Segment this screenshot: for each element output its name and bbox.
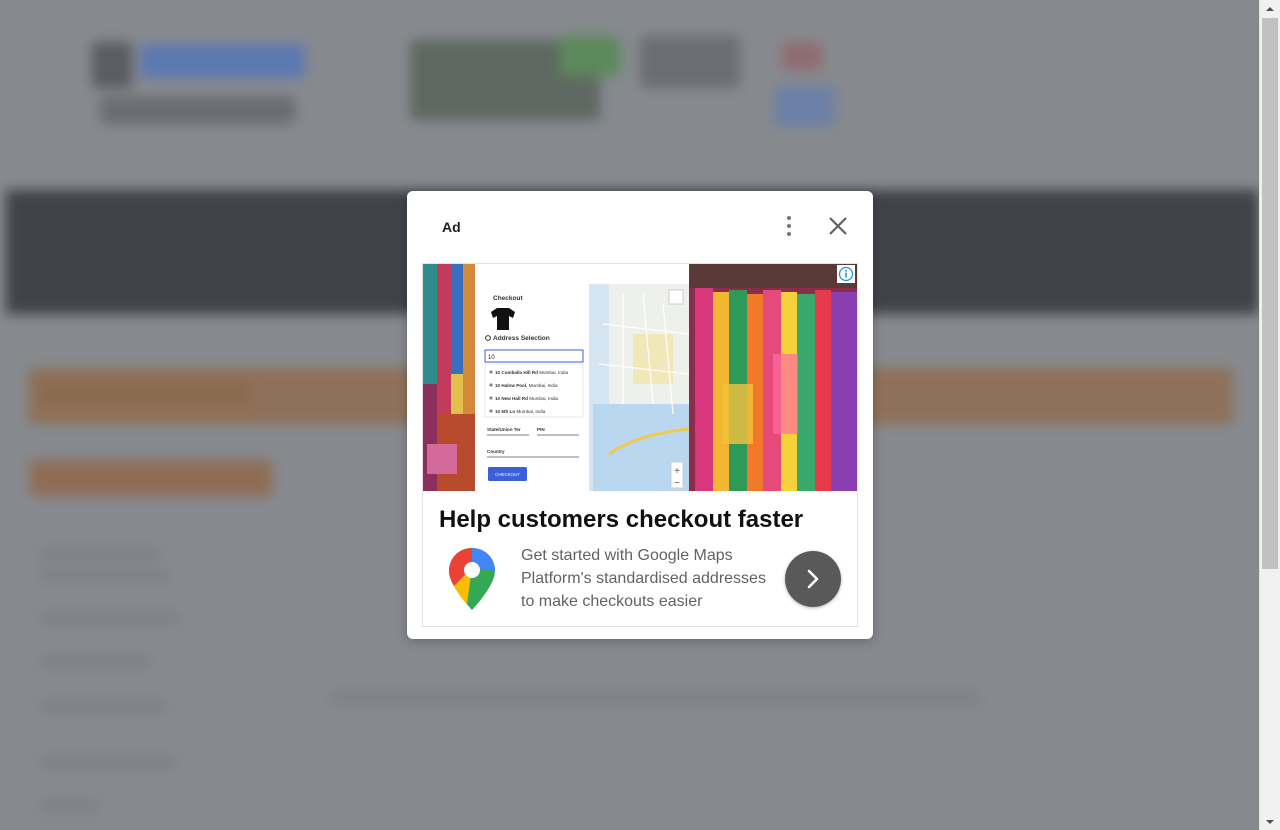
svg-text:10: 10 xyxy=(488,355,495,361)
info-icon xyxy=(838,266,854,282)
header-banner-accent xyxy=(560,36,620,76)
ad-options-button[interactable] xyxy=(779,211,799,241)
site-logo-wordmark xyxy=(140,44,305,78)
ad-cta-button[interactable] xyxy=(785,551,841,607)
site-logo-tagline xyxy=(100,96,295,124)
close-ad-button[interactable] xyxy=(825,213,851,239)
svg-text:−: − xyxy=(674,478,680,489)
header-badge-blue xyxy=(775,86,835,126)
google-maps-pin-icon xyxy=(449,548,495,610)
svg-text:10 5th Ln Mumbai, India: 10 5th Ln Mumbai, India xyxy=(495,409,546,414)
ad-creative[interactable]: + − Checkout Address Selection 10 10 Cum… xyxy=(422,263,858,627)
svg-text:Checkout: Checkout xyxy=(493,295,523,302)
svg-text:10 New Hall Rd Mumbai, India: 10 New Hall Rd Mumbai, India xyxy=(495,396,559,401)
ad-label: Ad xyxy=(442,219,461,235)
ad-hero-image[interactable]: + − Checkout Address Selection 10 10 Cum… xyxy=(423,264,857,491)
ad-headline[interactable]: Help customers checkout faster xyxy=(439,506,803,534)
notice-bar-title xyxy=(40,382,250,404)
svg-text:CHECKOUT: CHECKOUT xyxy=(495,472,520,477)
svg-text:Country: Country xyxy=(487,449,505,454)
ad-info-button[interactable] xyxy=(837,265,855,283)
svg-text:Address Selection: Address Selection xyxy=(493,335,550,342)
scroll-thumb[interactable] xyxy=(1262,18,1278,569)
vertical-dots-icon xyxy=(787,216,791,220)
svg-text:State/Union Ter: State/Union Ter xyxy=(487,427,521,432)
arrow-down-icon xyxy=(1266,819,1274,824)
saree-market-photo: + − Checkout Address Selection 10 10 Cum… xyxy=(423,264,857,491)
sidebar-link xyxy=(40,656,150,668)
content-line xyxy=(330,690,980,706)
sidebar-link xyxy=(40,570,170,582)
sidebar-link xyxy=(40,700,165,712)
sidebar-link xyxy=(40,800,100,812)
header-banner-image xyxy=(640,36,740,88)
svg-text:10 Cumballa Hill Rd Mumbai, In: 10 Cumballa Hill Rd Mumbai, India xyxy=(495,370,568,375)
sidebar-link xyxy=(40,612,180,624)
page-scrollbar[interactable] xyxy=(1259,0,1280,830)
ad-modal: Ad + − Checkout Address Selection 10 10 … xyxy=(407,191,873,639)
header-badge-red xyxy=(782,42,822,70)
svg-text:PIN: PIN xyxy=(537,427,545,432)
arrow-up-icon xyxy=(1266,6,1274,11)
close-icon xyxy=(829,217,847,235)
svg-text:10 Halow Pool, Mumbai, India: 10 Halow Pool, Mumbai, India xyxy=(495,383,558,388)
scroll-down-button[interactable] xyxy=(1260,813,1280,830)
chevron-right-icon xyxy=(807,569,819,589)
sidebar-link xyxy=(40,548,160,560)
notice-button xyxy=(30,460,272,496)
sidebar-link xyxy=(40,756,175,768)
scroll-up-button[interactable] xyxy=(1260,0,1280,17)
svg-text:+: + xyxy=(674,466,680,477)
site-logo-mark xyxy=(92,42,132,88)
ad-body-text[interactable]: Get started with Google Maps Platform's … xyxy=(521,544,781,613)
